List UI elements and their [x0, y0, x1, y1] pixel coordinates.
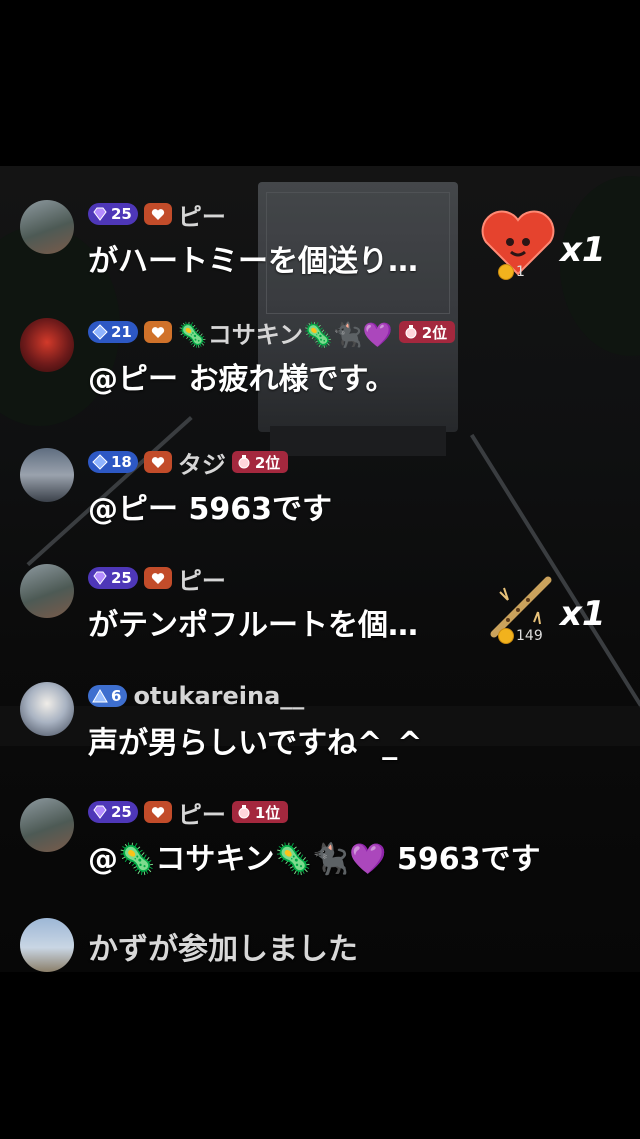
rank-badge: 2位: [398, 321, 456, 343]
fan-heart-badge: [143, 321, 172, 343]
comment-text: がテンポフルートを個…: [88, 608, 418, 643]
comment-item: 25 ピー 1位 @🦠コサキン🦠🐈‍⬛💜 5963です: [0, 794, 640, 884]
rank-badge: 1位: [231, 801, 289, 823]
comment-item: 25 ピー がテンポフルートを個… 149 x1: [0, 560, 640, 650]
heart-icon: [151, 326, 165, 338]
username[interactable]: ピー: [178, 795, 226, 830]
comment-text: がハートミーを個送り…: [88, 244, 418, 279]
diamond-icon: [93, 805, 107, 819]
username[interactable]: ピー: [178, 561, 226, 596]
medal-icon: [238, 805, 250, 819]
heart-icon: [151, 806, 165, 818]
comment-text: @ピー お疲れ様です。: [88, 362, 396, 397]
diamond-icon: [93, 207, 107, 221]
comment-item: 21 🦠コサキン🦠🐈‍⬛💜 2位 @ピー お疲れ様です。: [0, 314, 640, 404]
join-text: かずが参加しました: [88, 932, 358, 967]
avatar[interactable]: [20, 200, 74, 254]
fan-heart-badge: [143, 203, 172, 225]
avatar[interactable]: [20, 798, 74, 852]
heart-me-gift-icon: 1: [478, 208, 558, 282]
heart-icon: [151, 208, 165, 220]
username[interactable]: otukareina__: [133, 682, 304, 710]
coin-icon: [498, 264, 514, 280]
fan-heart-badge: [143, 567, 172, 589]
level-badge: 21: [88, 321, 138, 343]
gift-coin-value: 149: [498, 628, 543, 644]
avatar[interactable]: [20, 682, 74, 736]
tempo-flute-gift-icon: 149: [478, 572, 558, 646]
comment-text: @ピー 5963です: [88, 492, 332, 527]
level-badge: 6: [88, 685, 128, 707]
comment-item: 6 otukareina__ 声が男らしいですね^_^: [0, 678, 640, 768]
triangle-icon: [92, 689, 108, 703]
gift-coin-value: 1: [498, 264, 525, 280]
fan-heart-badge: [143, 451, 172, 473]
medal-icon: [405, 325, 417, 339]
comment-item: 18 タジ 2位 @ピー 5963です: [0, 444, 640, 534]
diamond-icon: [92, 454, 108, 470]
heart-icon: [151, 456, 165, 468]
username[interactable]: 🦠コサキン🦠🐈‍⬛💜: [178, 315, 393, 350]
avatar[interactable]: [20, 918, 74, 972]
gift-count: x1: [560, 230, 606, 270]
diamond-icon: [92, 324, 108, 340]
comment-text: @🦠コサキン🦠🐈‍⬛💜 5963です: [88, 842, 541, 877]
avatar[interactable]: [20, 448, 74, 502]
avatar[interactable]: [20, 564, 74, 618]
level-badge: 25: [88, 801, 138, 823]
comment-text: 声が男らしいですね^_^: [88, 726, 423, 761]
coin-icon: [498, 628, 514, 644]
comment-item: 25 ピー がハートミーを個送り… 1 x1: [0, 196, 640, 286]
avatar[interactable]: [20, 318, 74, 372]
username[interactable]: ピー: [178, 197, 226, 232]
rank-badge: 2位: [231, 451, 289, 473]
medal-icon: [238, 455, 250, 469]
join-notice: かずが参加しました: [0, 914, 640, 1004]
diamond-icon: [93, 571, 107, 585]
level-badge: 18: [88, 451, 138, 473]
level-badge: 25: [88, 567, 138, 589]
level-badge: 25: [88, 203, 138, 225]
gift-count: x1: [560, 594, 606, 634]
username[interactable]: タジ: [178, 445, 226, 480]
fan-heart-badge: [143, 801, 172, 823]
heart-icon: [151, 572, 165, 584]
